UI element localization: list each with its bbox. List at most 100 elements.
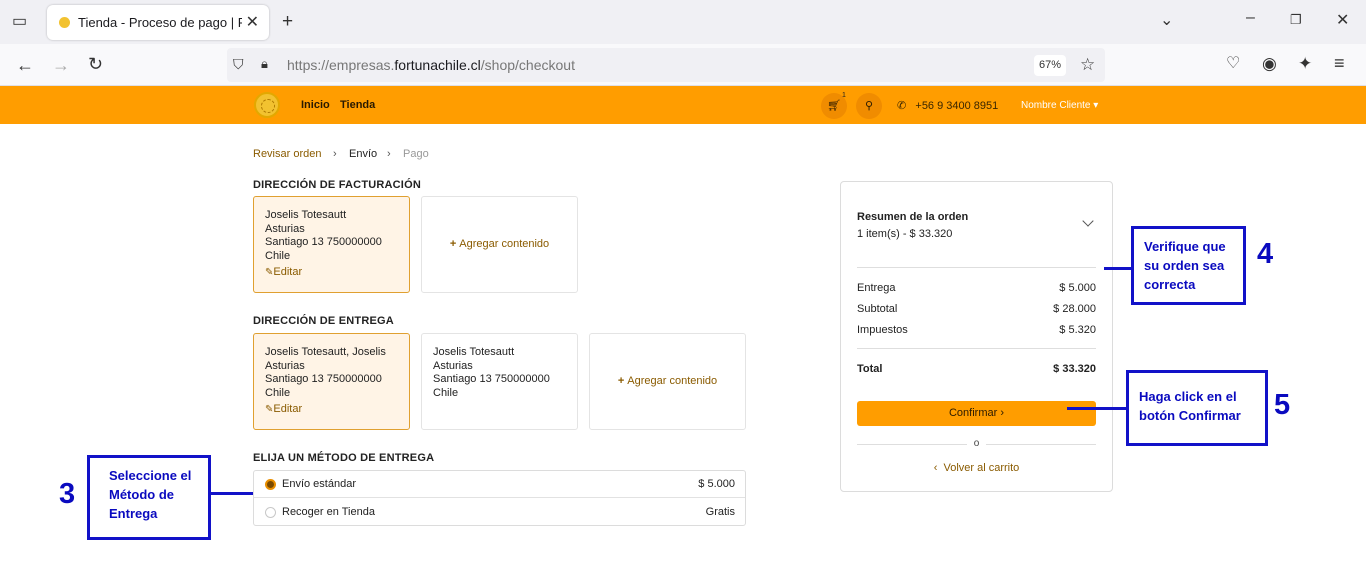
billing-address-card[interactable]: Joselis Totesautt Asturias Santiago 13 7…	[253, 196, 410, 293]
or-separator: o	[857, 438, 1096, 449]
delivery-options: Envío estándar $ 5.000 Recoger en Tienda…	[253, 470, 746, 526]
total-label: Total	[857, 363, 883, 375]
address-city: Santiago 13 750000000	[265, 373, 382, 385]
menu-inicio[interactable]: Inicio	[301, 99, 330, 111]
cart-count: 1	[842, 92, 846, 99]
plus-icon: +	[449, 238, 457, 250]
callout-connector	[1067, 407, 1126, 410]
user-name[interactable]: Nombre Cliente	[1021, 100, 1090, 111]
delivery-option-standard[interactable]: Envío estándar $ 5.000	[254, 471, 745, 498]
radio-icon[interactable]	[265, 507, 276, 518]
summary-row-impuestos: Impuestos $ 5.320	[857, 324, 1096, 336]
back-icon[interactable]: ←	[16, 56, 34, 74]
divider	[857, 267, 1096, 268]
billing-title: DIRECCIÓN DE FACTURACIÓN	[253, 179, 421, 191]
plus-icon: +	[617, 375, 625, 387]
shipping-address-card-selected[interactable]: Joselis Totesautt, Joselis Asturias Sant…	[253, 333, 410, 430]
address-name: Joselis Totesautt, Joselis	[265, 346, 386, 358]
tab-overflow-icon[interactable]: ⌄	[1160, 13, 1173, 29]
lock-icon[interactable]: 🔒︎	[261, 57, 268, 70]
row-value: $ 28.000	[1053, 303, 1096, 315]
back-label[interactable]: Volver al carrito	[943, 462, 1019, 474]
breadcrumb-separator-icon: ›	[387, 148, 391, 160]
delivery-title: ELIJA UN MÉTODO DE ENTREGA	[253, 452, 435, 464]
delivery-option-name[interactable]: Recoger en Tienda	[282, 506, 375, 518]
summary-row-subtotal: Subtotal $ 28.000	[857, 303, 1096, 315]
minimize-icon[interactable]: –	[1246, 10, 1255, 26]
breadcrumb-revisar-orden[interactable]: Revisar orden	[253, 148, 321, 160]
back-to-cart-link[interactable]: ‹ Volver al carrito	[857, 462, 1096, 474]
menu-icon[interactable]: ≡	[1334, 54, 1345, 72]
shipping-title: DIRECCIÓN DE ENTREGA	[253, 315, 394, 327]
order-summary: Resumen de la orden 1 item(s) - $ 33.320…	[840, 181, 1113, 492]
total-value: $ 33.320	[1053, 363, 1096, 375]
address-name: Joselis Totesautt	[265, 209, 347, 221]
extensions-icon[interactable]: ✦	[1298, 55, 1312, 72]
add-billing-address-button[interactable]: + Agregar contenido	[421, 196, 578, 293]
address-country: Chile	[433, 386, 459, 399]
add-label[interactable]: Agregar contenido	[459, 238, 549, 250]
caret-down-icon: ▾	[1093, 100, 1099, 111]
step-number-5: 5	[1274, 389, 1291, 421]
account-icon[interactable]: ◉	[1262, 55, 1277, 72]
reload-icon[interactable]: ↻	[88, 55, 103, 73]
bookmark-star-icon[interactable]: ☆	[1080, 56, 1095, 73]
row-value: $ 5.000	[1059, 282, 1096, 294]
search-icon[interactable]: ⚲	[856, 93, 882, 119]
shipping-address-card[interactable]: Joselis Totesautt Asturias Santiago 13 7…	[421, 333, 578, 430]
callout-verify-order: Verifique que su orden sea correcta	[1131, 226, 1246, 305]
delivery-option-name[interactable]: Envío estándar	[282, 478, 356, 490]
menu-tienda[interactable]: Tienda	[340, 99, 375, 111]
add-label[interactable]: Agregar contenido	[627, 375, 717, 387]
add-shipping-address-button[interactable]: + Agregar contenido	[589, 333, 746, 430]
summary-row-total: Total $ 33.320	[857, 363, 1096, 375]
pocket-icon[interactable]: ♡	[1226, 56, 1240, 72]
address-name: Joselis Totesautt	[433, 346, 515, 358]
phone-text: +56 9 3400 8951	[915, 100, 999, 112]
callout-delivery-method: Seleccione el Método de Entrega	[87, 455, 211, 540]
address-country: Chile	[265, 249, 291, 262]
forward-icon[interactable]: →	[52, 56, 70, 74]
address-city: Santiago 13 750000000	[433, 373, 550, 385]
row-value: $ 5.320	[1059, 324, 1096, 336]
phone-icon: ✆	[897, 100, 907, 112]
delivery-option-price: Gratis	[705, 506, 735, 518]
favicon-icon	[59, 17, 70, 28]
close-window-icon[interactable]: ✕	[1336, 13, 1349, 29]
chevron-left-icon: ‹	[933, 462, 938, 474]
summary-row-entrega: Entrega $ 5.000	[857, 282, 1096, 294]
edit-link[interactable]: ✎Editar	[265, 266, 409, 280]
browser-tab-bar: ▭ Tienda - Proceso de pago | Fortuna ✕ +…	[0, 0, 1366, 44]
maximize-icon[interactable]: ❐	[1290, 13, 1302, 26]
tab-list-icon[interactable]: ▭	[12, 14, 27, 30]
confirm-label[interactable]: Confirmar	[949, 407, 997, 419]
chevron-down-icon[interactable]	[1082, 215, 1094, 227]
callout-connector	[1104, 267, 1131, 270]
new-tab-icon[interactable]: +	[282, 12, 293, 31]
callout-confirm-button: Haga click en el botón Confirmar	[1126, 370, 1268, 446]
site-logo[interactable]	[254, 92, 280, 118]
browser-nav-bar: ← → ↻ ⛉ 🔒︎ https://empresas.fortunachile…	[0, 44, 1366, 86]
breadcrumb-envio: Envío	[349, 148, 378, 160]
shield-icon[interactable]: ⛉	[233, 57, 244, 71]
confirm-button[interactable]: Confirmar ›	[857, 401, 1096, 426]
delivery-option-pickup[interactable]: Recoger en Tienda Gratis	[254, 499, 745, 526]
step-number-3: 3	[59, 478, 76, 510]
zoom-level[interactable]: 67%	[1034, 55, 1066, 76]
user-menu[interactable]: Nombre Cliente ▾	[1021, 100, 1098, 111]
edit-link[interactable]: ✎Editar	[265, 403, 409, 417]
summary-items: 1 item(s) - $ 33.320	[857, 228, 953, 240]
edit-label[interactable]: Editar	[273, 266, 302, 278]
row-label: Entrega	[857, 282, 896, 294]
close-tab-icon[interactable]: ✕	[246, 12, 259, 32]
edit-label[interactable]: Editar	[273, 403, 302, 415]
tab-title: Tienda - Proceso de pago | Fortuna	[78, 15, 242, 30]
row-label: Subtotal	[857, 303, 898, 315]
url-text[interactable]: https://empresas.fortunachile.cl/shop/ch…	[287, 57, 575, 73]
address-street: Asturias	[265, 222, 305, 235]
delivery-option-price: $ 5.000	[698, 478, 735, 490]
callout-connector	[211, 492, 253, 495]
radio-selected-icon[interactable]	[265, 479, 276, 490]
browser-tab[interactable]: Tienda - Proceso de pago | Fortuna ✕	[47, 5, 269, 40]
url-bar[interactable]: ⛉ 🔒︎ https://empresas.fortunachile.cl/sh…	[227, 48, 1105, 82]
